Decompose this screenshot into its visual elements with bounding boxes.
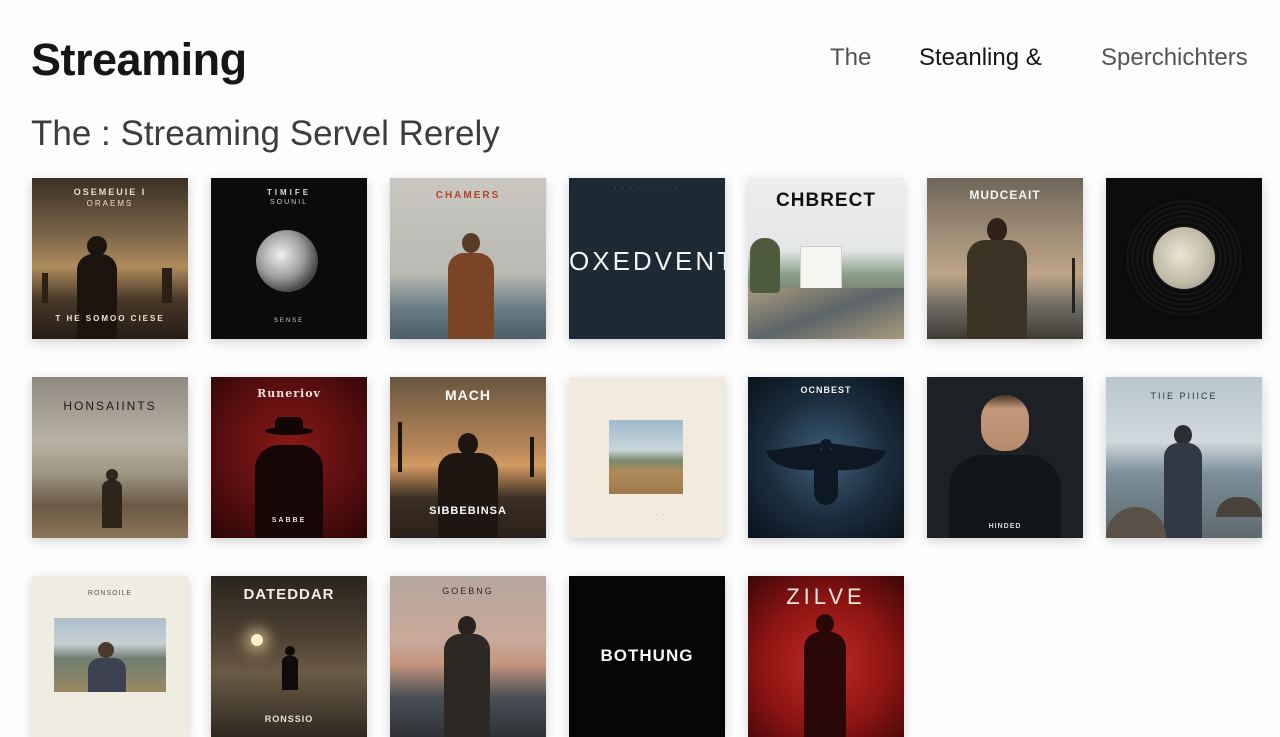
album-title: Runeriov — [257, 387, 321, 400]
album-footer: SABBE — [271, 517, 307, 524]
album-subtitle: SOUNIL — [269, 199, 309, 206]
artist-head — [87, 236, 107, 256]
album-subtitle: ORAEMS — [86, 199, 134, 208]
lamp-icon — [251, 634, 263, 646]
album-footer: SENSE — [273, 318, 305, 324]
album-card[interactable]: MACH SIBBEBINSA — [390, 377, 546, 538]
artist-body — [444, 634, 490, 737]
artist-body — [804, 632, 846, 737]
album-title: TIIE PIIICE — [1150, 391, 1218, 401]
album-card[interactable]: TIMIFE SOUNIL SENSE — [211, 178, 367, 339]
artist-head — [285, 646, 295, 656]
album-grid: OSEMEUIE I ORAEMS T HE SOMOO CIESE TIMIF… — [32, 178, 1262, 737]
artist-body — [814, 450, 838, 505]
album-title: CHAMERS — [435, 190, 501, 201]
album-footer: HINDED — [988, 523, 1022, 530]
artist-body — [448, 253, 494, 339]
speaker-icon — [256, 230, 318, 292]
artist-head — [462, 233, 480, 253]
cover-photo — [609, 420, 683, 494]
artist-head — [1174, 425, 1192, 445]
album-title: ZILVE — [786, 584, 866, 609]
album-card[interactable]: MUDCEAIT — [927, 178, 1083, 339]
artist-body — [255, 445, 323, 538]
artist-body — [967, 240, 1027, 339]
album-title: OCNBEST — [800, 385, 852, 395]
album-title: DATEDDAR — [243, 586, 335, 603]
album-card[interactable]: · · · · · · — [569, 377, 725, 538]
section-title: The : Streaming Servel Rerely — [31, 114, 500, 153]
album-title: BOTHUNG — [600, 646, 694, 665]
album-footer: SIBBEBINSA — [429, 505, 507, 517]
album-title: OSEMEUIE I — [73, 187, 147, 197]
artist-head — [987, 218, 1007, 242]
album-title: HONSAIINTS — [63, 399, 157, 413]
album-title: TIMIFE — [266, 188, 312, 197]
album-title: MACH — [445, 387, 491, 403]
album-card[interactable]: OSEMEUIE I ORAEMS T HE SOMOO CIESE — [32, 178, 188, 339]
church-icon — [800, 246, 842, 290]
album-card[interactable]: Runeriov SABBE — [211, 377, 367, 538]
top-nav: The Steanling & Sperchichters — [0, 44, 1280, 80]
album-title: OXEDVENT — [569, 246, 725, 276]
album-card[interactable] — [1106, 178, 1262, 339]
nav-item-sperchichters[interactable]: Sperchichters — [1101, 44, 1248, 72]
artist-head — [816, 614, 834, 634]
album-card[interactable]: BOTHUNG — [569, 576, 725, 737]
album-card[interactable]: DATEDDAR RONSSIO — [211, 576, 367, 737]
album-card[interactable]: HONSAIINTS — [32, 377, 188, 538]
artist-body — [102, 480, 122, 528]
album-title: GOEBNG — [442, 586, 494, 596]
album-footer: T HE SOMOO CIESE — [55, 314, 165, 323]
artist-head — [458, 433, 478, 455]
album-card[interactable]: TIIE PIIICE — [1106, 377, 1262, 538]
album-card[interactable]: ZILVE — [748, 576, 904, 737]
artist-head — [458, 616, 476, 636]
artist-body — [438, 453, 498, 538]
artist-body — [77, 254, 117, 339]
album-card[interactable]: RONSOILE — [32, 576, 188, 737]
album-card[interactable]: · · · · · · · · · OXEDVENT — [569, 178, 725, 339]
album-card[interactable]: OCNBEST — [748, 377, 904, 538]
album-card[interactable]: CHAMERS — [390, 178, 546, 339]
nav-item-steanling[interactable]: Steanling & — [919, 44, 1042, 72]
album-title: MUDCEAIT — [969, 188, 1041, 202]
album-card[interactable]: GOEBNG — [390, 576, 546, 737]
moon-icon — [1153, 227, 1215, 289]
album-title: CHBRECT — [776, 190, 876, 211]
artist-body — [1164, 443, 1202, 538]
album-footer: RONSSIO — [264, 714, 314, 724]
album-card[interactable]: CHBRECT — [748, 178, 904, 339]
album-title: RONSOILE — [87, 590, 133, 597]
artist-head — [981, 395, 1029, 451]
album-card[interactable]: HINDED — [927, 377, 1083, 538]
artist-body — [282, 656, 298, 690]
nav-item-the[interactable]: The — [830, 44, 871, 72]
